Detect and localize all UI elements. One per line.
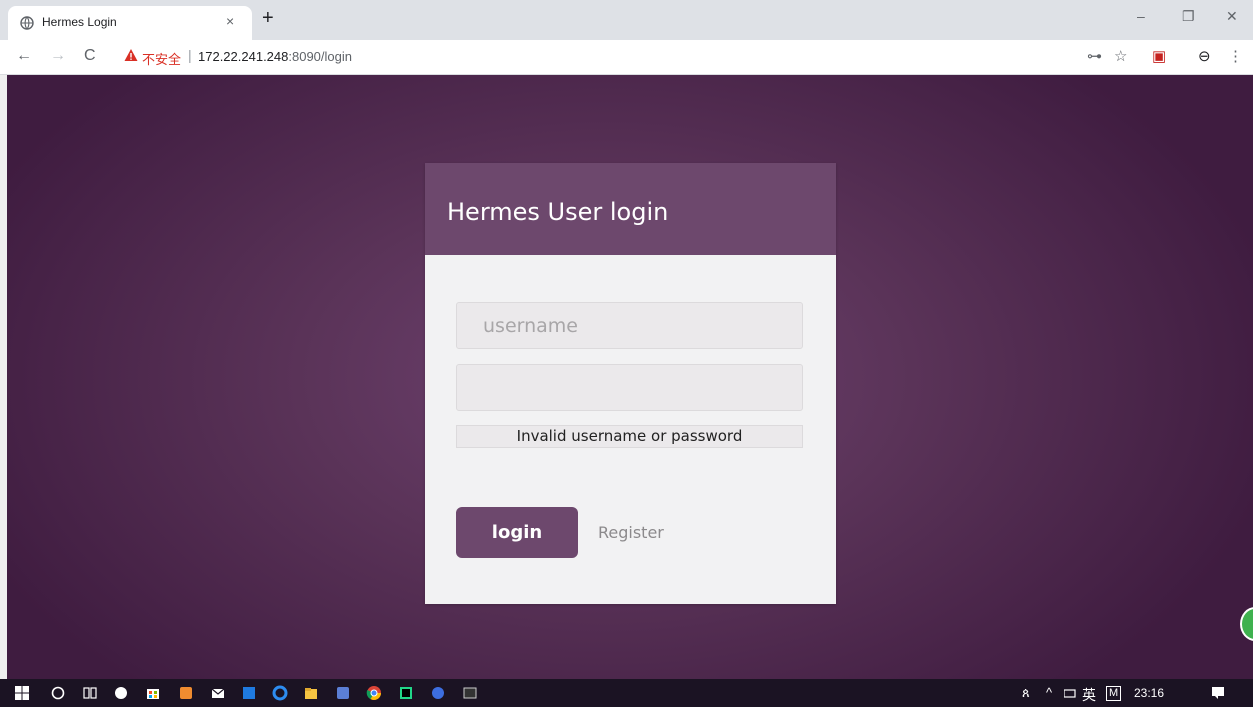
people-icon[interactable]: ጰ [1022,685,1030,701]
close-window-button[interactable]: ✕ [1226,8,1238,25]
password-input[interactable] [456,364,803,411]
account-icon[interactable]: ⊖ [1198,47,1211,65]
extension-icon[interactable]: ▣ [1152,47,1166,65]
insecure-label[interactable]: 不安全 [142,49,181,68]
tab-title: Hermes Login [42,15,117,29]
reload-icon[interactable]: C [84,47,96,65]
battery-icon[interactable] [1064,687,1076,699]
error-message: Invalid username or password [456,425,803,448]
register-link[interactable]: Register [598,523,664,542]
search-icon[interactable] [50,685,66,701]
window-edge [0,75,7,679]
edge-icon[interactable] [272,685,288,701]
address-bar[interactable]: 不安全 | 172.22.241.248:8090/login [112,44,1132,70]
key-icon[interactable]: ⊶ [1087,47,1102,65]
browser-tab[interactable]: Hermes Login × [8,6,252,40]
login-card: Hermes User login Invalid username or pa… [425,163,836,604]
bookmark-star-icon[interactable]: ☆ [1114,47,1127,65]
menu-icon[interactable]: ⋮ [1228,47,1243,65]
login-button[interactable]: login [456,507,578,558]
ime-language-indicator[interactable]: 英 [1082,685,1096,705]
file-explorer-icon[interactable] [303,685,319,701]
new-tab-button[interactable]: + [262,8,274,28]
url-path: :8090/login [288,49,352,64]
restore-button[interactable]: ❐ [1182,8,1195,25]
login-header: Hermes User login [425,163,836,255]
minimize-button[interactable]: – [1137,8,1145,24]
url-separator: | [188,47,192,63]
app-icon-4[interactable] [335,685,351,701]
taskbar: ጰ ^ 英 M 23:16 [0,679,1253,707]
login-title: Hermes User login [447,198,669,226]
browser-toolbar: ← → C 不安全 | 172.22.241.248:8090/login ⊶ … [0,40,1253,75]
tray-chevron-icon[interactable]: ^ [1046,685,1052,700]
app-icon-5[interactable] [430,685,446,701]
app-icon-2[interactable] [178,685,194,701]
globe-icon [20,16,34,30]
username-input[interactable] [456,302,803,349]
back-icon[interactable]: ← [16,47,32,65]
url-text: 172.22.241.248:8090/login [198,49,352,64]
chrome-icon[interactable] [366,685,382,701]
tab-bar: Hermes Login × + – ❐ ✕ [0,0,1253,40]
clock[interactable]: 23:16 [1134,686,1164,700]
ime-mode-indicator[interactable]: M [1106,686,1122,701]
tab-close-icon[interactable]: × [226,13,234,29]
task-view-icon[interactable] [82,685,98,701]
url-host: 172.22.241.248 [198,49,289,64]
pycharm-icon[interactable] [398,685,414,701]
app-icon-3[interactable] [241,685,257,701]
app-icon-1[interactable] [113,685,129,701]
store-icon[interactable] [145,685,161,701]
windows-start-icon[interactable] [14,685,30,701]
mail-icon[interactable] [210,685,226,701]
forward-icon[interactable]: → [50,47,66,65]
notification-icon[interactable] [1210,685,1226,701]
browser-chrome: Hermes Login × + – ❐ ✕ ← → C 不安全 | 172.2… [0,0,1253,75]
warning-icon [124,49,138,61]
terminal-icon[interactable] [462,685,478,701]
